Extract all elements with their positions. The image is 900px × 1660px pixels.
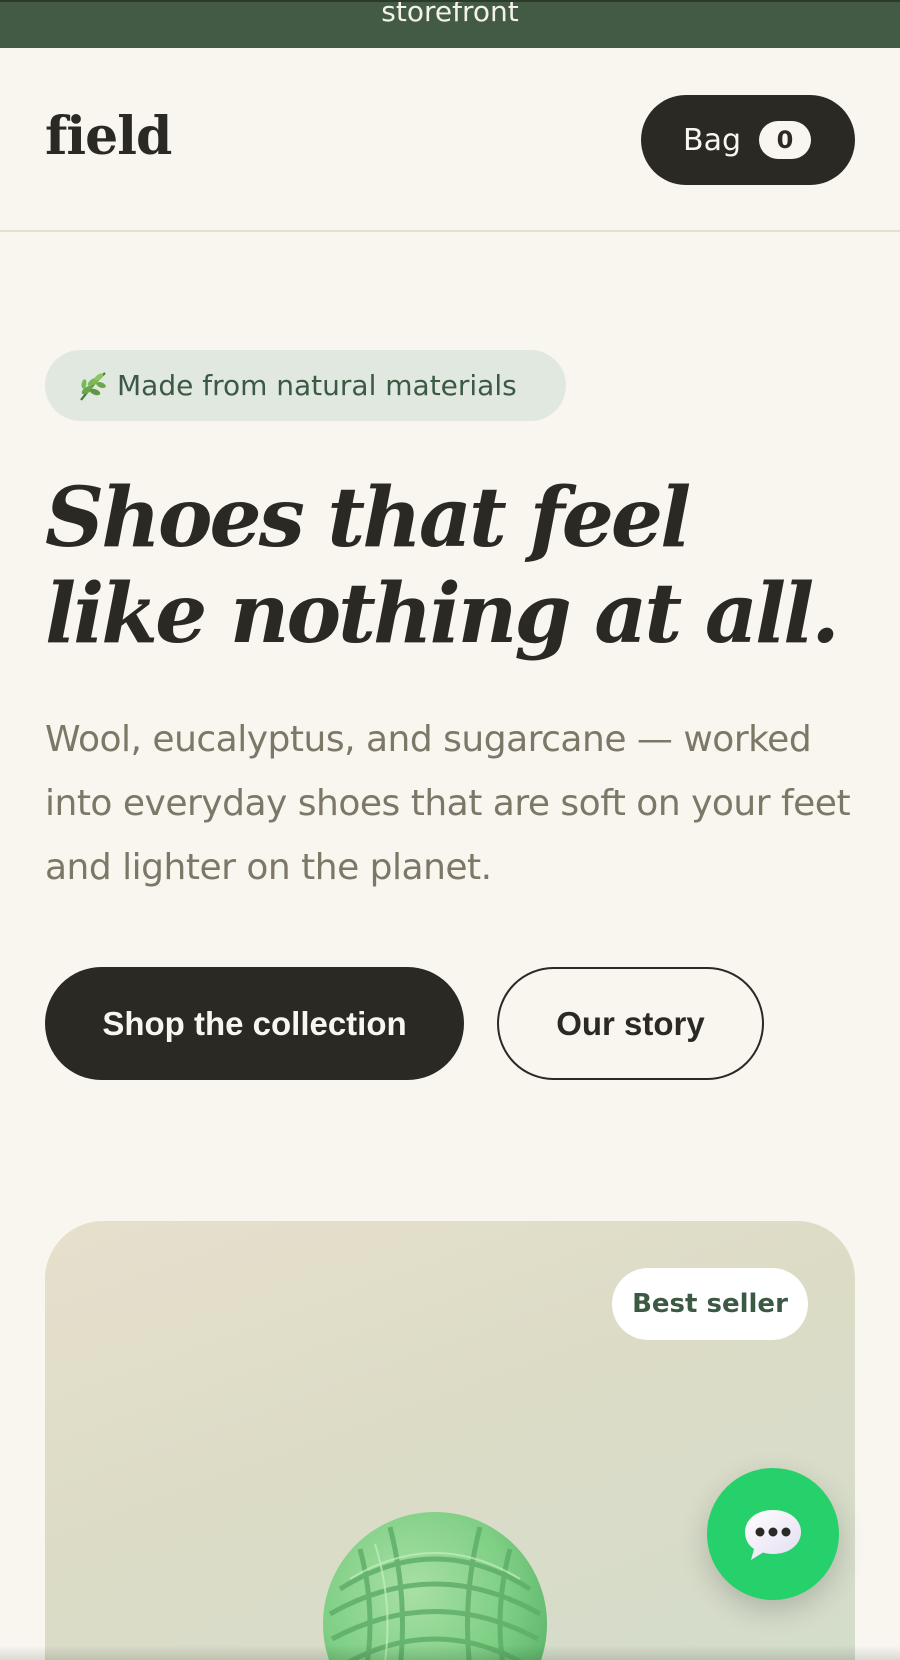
hero-headline-line-2: like nothing at all. xyxy=(45,566,840,662)
best-seller-badge: Best seller xyxy=(612,1268,808,1340)
top-banner-text: storefront xyxy=(381,0,519,28)
yarn-ball-icon xyxy=(323,1512,547,1660)
chat-button[interactable] xyxy=(707,1468,839,1600)
product-card[interactable]: Best seller xyxy=(45,1221,855,1660)
top-banner: storefront xyxy=(0,0,900,48)
brand-logo[interactable]: field xyxy=(45,106,172,167)
bottom-shadow xyxy=(0,1645,900,1660)
hero-subcopy: Wool, eucalyptus, and sugarcane — worked… xyxy=(45,719,851,888)
hero-headline-line-1: Shoes that feel xyxy=(45,470,691,566)
bag-count-badge: 0 xyxy=(759,121,812,159)
natural-materials-badge: Made from natural materials xyxy=(45,350,566,421)
herb-icon xyxy=(80,371,106,401)
chat-bubble-icon xyxy=(745,1510,801,1560)
badge-text: Made from natural materials xyxy=(117,369,517,402)
hero-headline: Shoes that feel like nothing at all. xyxy=(45,470,865,662)
bag-label: Bag xyxy=(683,122,742,158)
bag-button[interactable]: Bag 0 xyxy=(641,95,855,185)
shop-collection-button[interactable]: Shop the collection xyxy=(45,967,464,1080)
site-header: field Bag 0 xyxy=(0,48,900,232)
our-story-button[interactable]: Our story xyxy=(497,967,764,1080)
